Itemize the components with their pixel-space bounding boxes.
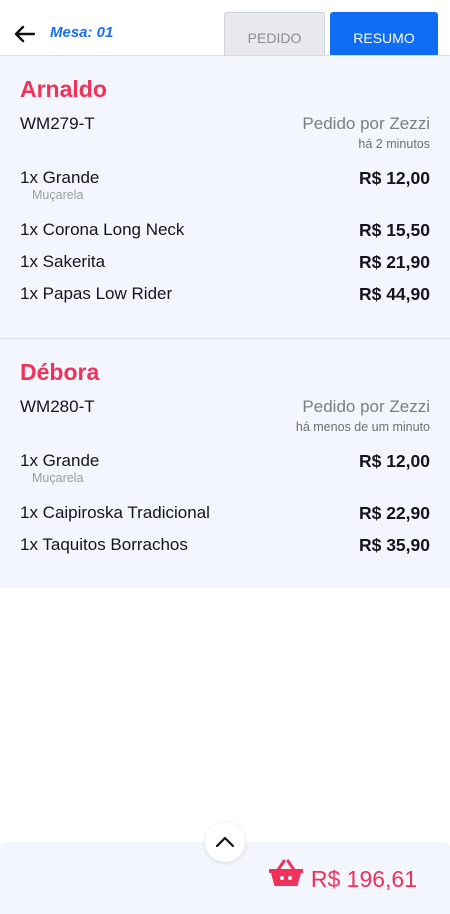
item-price: R$ 21,90: [358, 252, 430, 272]
order-meta: WM279-T Pedido por Zezzi há 2 minutos: [20, 112, 430, 164]
order-item: 1x Taquitos Borrachos R$ 35,90: [20, 531, 430, 563]
order-total: R$ 196,61: [310, 866, 417, 892]
order-code: WM280-T: [20, 397, 95, 416]
item-price: R$ 15,50: [358, 220, 430, 240]
back-button[interactable]: [10, 20, 38, 48]
item-name: 1x Papas Low Rider: [20, 284, 173, 303]
order-meta: WM280-T Pedido por Zezzi há menos de um …: [20, 395, 430, 447]
item-note: Muçarela: [32, 471, 84, 485]
order-card: Arnaldo WM279-T Pedido por Zezzi há 2 mi…: [0, 56, 450, 338]
item-name: 1x Sakerita: [20, 252, 106, 271]
orders-list: Arnaldo WM279-T Pedido por Zezzi há 2 mi…: [0, 56, 450, 588]
item-price: R$ 35,90: [358, 535, 430, 555]
order-code: WM279-T: [20, 114, 95, 133]
item-price: R$ 44,90: [358, 284, 430, 304]
tab-pedido[interactable]: PEDIDO: [224, 12, 325, 55]
expand-summary-button[interactable]: [205, 822, 245, 862]
arrow-left-icon: [14, 25, 35, 43]
customer-name: Arnaldo: [20, 76, 107, 102]
ordered-by: Pedido por Zezzi: [302, 114, 430, 133]
item-name: 1x Taquitos Borrachos: [20, 535, 188, 554]
order-time: há 2 minutos: [358, 137, 430, 151]
item-price: R$ 12,00: [358, 451, 430, 471]
ordered-by: Pedido por Zezzi: [302, 397, 430, 416]
tab-resumo[interactable]: RESUMO: [330, 12, 438, 55]
order-item: 1x Papas Low Rider R$ 44,90: [20, 280, 430, 312]
order-item: 1x Caipiroska Tradicional R$ 22,90: [20, 499, 430, 531]
top-bar: Mesa: 01 PEDIDO RESUMO: [0, 0, 450, 56]
chevron-up-icon: [215, 836, 235, 848]
item-name: 1x Grande: [20, 168, 100, 187]
order-card: Débora WM280-T Pedido por Zezzi há menos…: [0, 338, 450, 588]
order-time: há menos de um minuto: [295, 420, 430, 434]
order-item: 1x Sakerita R$ 21,90: [20, 248, 430, 280]
basket-icon: [269, 859, 303, 886]
item-price: R$ 12,00: [358, 168, 430, 188]
order-item: 1x Grande R$ 12,00 Muçarela: [20, 447, 430, 499]
item-name: 1x Grande: [20, 451, 100, 470]
order-item: 1x Corona Long Neck R$ 15,50: [20, 216, 430, 248]
item-price: R$ 22,90: [358, 503, 430, 523]
table-label: Mesa: 01: [50, 24, 114, 41]
order-item: 1x Grande R$ 12,00 Muçarela: [20, 164, 430, 216]
customer-name: Débora: [20, 359, 100, 385]
item-name: 1x Caipiroska Tradicional: [20, 503, 210, 522]
item-name: 1x Corona Long Neck: [20, 220, 185, 239]
item-note: Muçarela: [32, 188, 84, 202]
